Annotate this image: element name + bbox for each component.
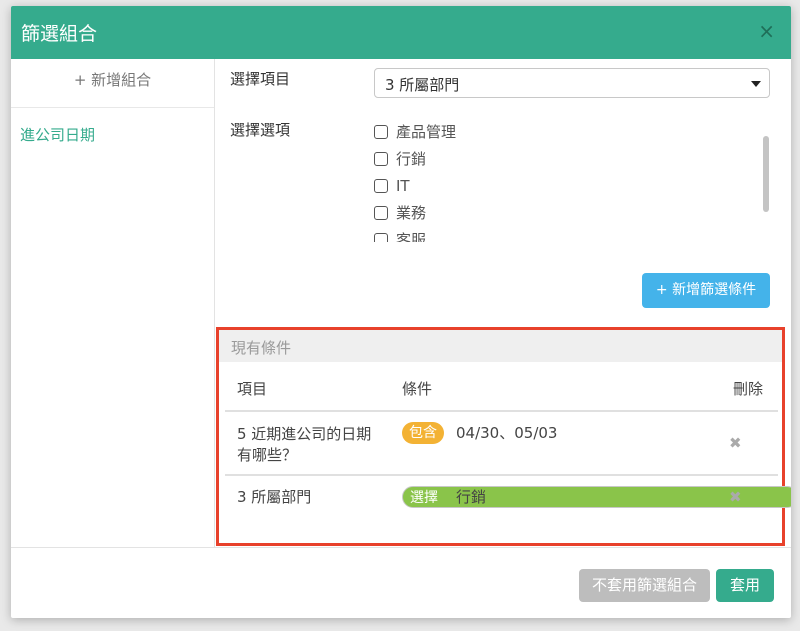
select-item-label: 選擇項目 <box>230 70 291 88</box>
footer-divider <box>11 547 791 548</box>
apply-button[interactable]: 套用 <box>716 569 774 602</box>
table-row-item: 5 近期進公司的日期 有哪些？ <box>237 424 371 466</box>
row-item-text: 有哪些？ <box>237 446 298 464</box>
option-label: 客服 <box>396 231 427 242</box>
column-header-condition: 條件 <box>402 380 433 398</box>
delete-icon[interactable]: ✖ <box>729 488 742 506</box>
option-checkbox[interactable]: 業務 <box>373 199 773 226</box>
checkbox-icon <box>374 151 388 166</box>
include-badge: 包含 <box>402 422 444 444</box>
option-list-scrollbar[interactable] <box>763 136 769 212</box>
chevron-down-icon <box>751 81 761 87</box>
conditions-title: 現有條件 <box>231 339 292 357</box>
option-checkbox[interactable]: IT <box>373 172 773 199</box>
option-checkbox[interactable]: 行銷 <box>373 145 773 172</box>
row-item-text: 5 近期進公司的日期 <box>237 425 372 443</box>
item-select[interactable]: 3 所屬部門 <box>374 68 770 98</box>
delete-icon[interactable]: ✖ <box>729 434 742 452</box>
option-checkbox[interactable]: 產品管理 <box>373 118 773 145</box>
option-label: 行銷 <box>396 150 427 168</box>
conditions-header-bar: 現有條件 <box>219 330 782 362</box>
add-condition-button[interactable]: + 新增篩選條件 <box>642 273 770 308</box>
dialog-title: 篩選組合 <box>21 23 98 45</box>
filter-combo-dialog: 篩選組合 × + 新增組合 進公司日期 選擇項目 3 所屬部門 選擇選項 產品管… <box>11 6 791 618</box>
existing-conditions-panel: 現有條件 項目 條件 刪除 5 近期進公司的日期 有哪些？ 包含 04/30、0… <box>216 327 791 546</box>
sidebar-item-hire-date[interactable]: 進公司日期 <box>20 124 95 145</box>
select-option-label: 選擇選項 <box>230 121 291 139</box>
column-header-item: 項目 <box>237 380 268 398</box>
item-select-value: 3 所屬部門 <box>385 76 460 94</box>
add-combo-button[interactable]: + 新增組合 <box>11 69 214 90</box>
checkbox-icon <box>374 232 388 242</box>
sidebar-divider <box>11 107 214 108</box>
option-label: IT <box>396 176 410 195</box>
combo-sidebar: + 新增組合 進公司日期 <box>11 59 215 547</box>
row-item-text: 3 所屬部門 <box>237 488 312 506</box>
condition-value: 行銷 <box>456 488 487 506</box>
dialog-header: 篩選組合 × <box>11 6 791 59</box>
close-icon[interactable]: × <box>758 19 775 43</box>
option-checkbox[interactable]: 客服 <box>373 226 773 242</box>
column-header-delete: 刪除 <box>733 380 764 398</box>
table-divider <box>225 474 778 476</box>
checkbox-icon <box>374 205 388 220</box>
option-list: 產品管理 行銷 IT 業務 客服 <box>373 118 773 242</box>
option-label: 產品管理 <box>396 123 457 141</box>
option-label: 業務 <box>396 204 427 222</box>
checkbox-icon <box>374 124 388 139</box>
table-divider <box>225 410 778 412</box>
checkbox-icon <box>374 178 388 193</box>
cancel-combo-button[interactable]: 不套用篩選組合 <box>579 569 710 602</box>
table-row-item: 3 所屬部門 <box>237 487 311 508</box>
condition-value: 04/30、05/03 <box>456 424 558 442</box>
